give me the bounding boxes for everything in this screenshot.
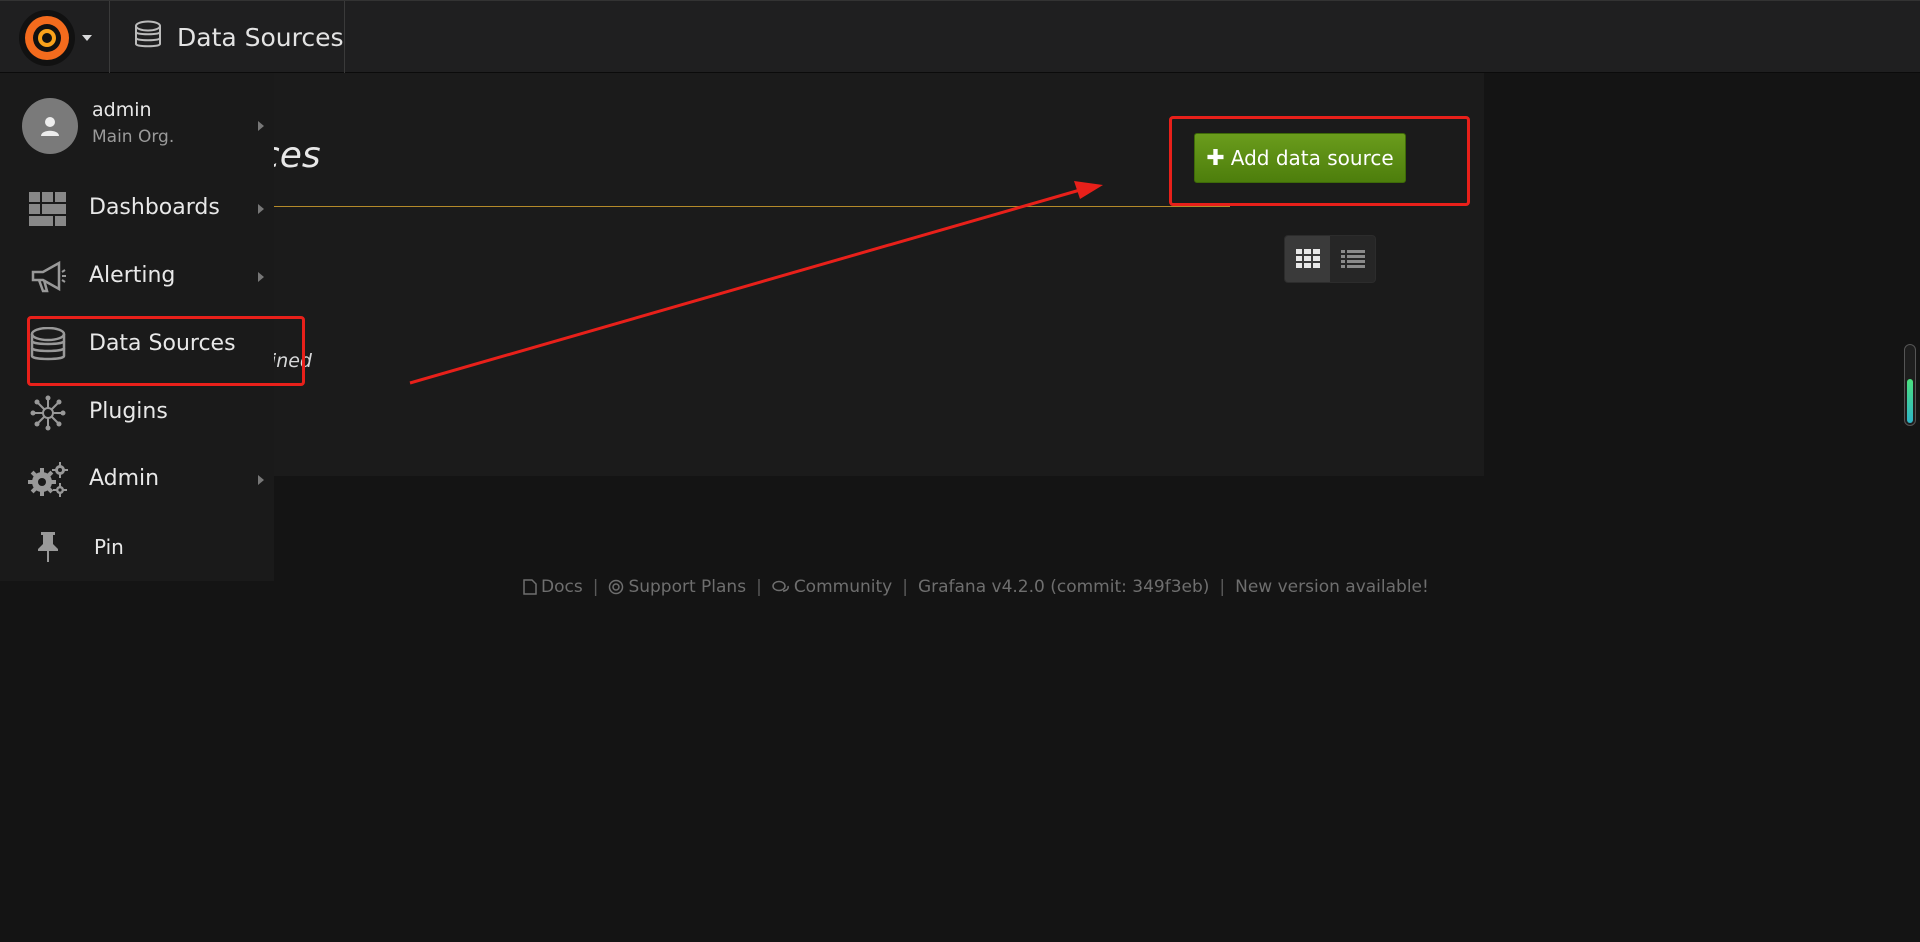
docs-link[interactable]: Docs xyxy=(523,577,583,597)
life-ring-icon xyxy=(609,579,624,595)
list-icon xyxy=(1340,250,1365,268)
footer: Docs | Support Plans | Community | Grafa… xyxy=(523,577,1429,597)
user-icon xyxy=(41,117,59,136)
new-version-link[interactable]: New version available! xyxy=(1235,577,1429,597)
sidebar-item-plugins[interactable]: Plugins xyxy=(0,381,274,445)
dashboards-icon xyxy=(28,191,68,227)
sidebar-item-alerting[interactable]: Alerting xyxy=(0,245,274,309)
pin-icon xyxy=(28,529,68,565)
breadcrumb-label: Data Sources xyxy=(177,22,344,52)
separator: | xyxy=(756,577,762,597)
annotation-box-data-sources xyxy=(27,316,305,386)
separator: | xyxy=(1219,577,1226,597)
separator: | xyxy=(592,577,599,597)
separator: | xyxy=(902,577,908,597)
document-icon xyxy=(523,579,537,595)
comments-icon xyxy=(772,580,789,592)
layout-toggle xyxy=(1284,235,1376,283)
chevron-right-icon xyxy=(258,121,264,131)
scrollbar-thumb[interactable] xyxy=(1907,379,1913,423)
grid-view-button[interactable] xyxy=(1285,236,1330,282)
gears-icon xyxy=(28,462,68,498)
grafana-menu-button[interactable] xyxy=(0,1,110,73)
top-navbar: Data Sources xyxy=(0,0,1920,73)
sidebar-item-label: Alerting xyxy=(89,263,176,288)
chevron-down-icon xyxy=(82,35,92,41)
sidebar-item-admin[interactable]: Admin xyxy=(0,448,274,512)
version-text: Grafana v4.2.0 (commit: 349f3eb) xyxy=(917,577,1210,597)
megaphone-icon xyxy=(28,259,68,295)
sidebar-item-dashboards[interactable]: Dashboards xyxy=(0,177,274,241)
community-link[interactable]: Community xyxy=(772,577,892,597)
user-menu[interactable]: admin Main Org. xyxy=(0,73,274,177)
community-label: Community xyxy=(793,577,893,597)
chevron-right-icon xyxy=(258,272,264,282)
grafana-logo-icon xyxy=(19,10,75,66)
breadcrumb[interactable]: Data Sources xyxy=(111,1,345,73)
sidebar-item-label: Dashboards xyxy=(89,195,220,220)
plugins-icon xyxy=(28,395,68,431)
scrollbar[interactable] xyxy=(1904,344,1916,426)
user-name: admin xyxy=(92,99,152,121)
chevron-right-icon xyxy=(258,204,264,214)
docs-label: Docs xyxy=(541,577,583,597)
list-view-button[interactable] xyxy=(1330,236,1375,282)
sidebar-item-label: Admin xyxy=(89,466,160,491)
sidebar-item-label: Pin xyxy=(94,535,124,559)
annotation-box-add-button xyxy=(1169,116,1470,206)
user-org: Main Org. xyxy=(92,127,175,147)
sidebar-item-label: Plugins xyxy=(89,399,168,424)
sidebar-item-pin[interactable]: Pin xyxy=(0,515,274,579)
chevron-right-icon xyxy=(258,475,264,485)
grid-icon xyxy=(1295,249,1320,268)
support-plans-label: Support Plans xyxy=(628,577,747,597)
database-icon xyxy=(133,20,163,54)
avatar xyxy=(22,98,78,154)
support-plans-link[interactable]: Support Plans xyxy=(608,577,746,597)
